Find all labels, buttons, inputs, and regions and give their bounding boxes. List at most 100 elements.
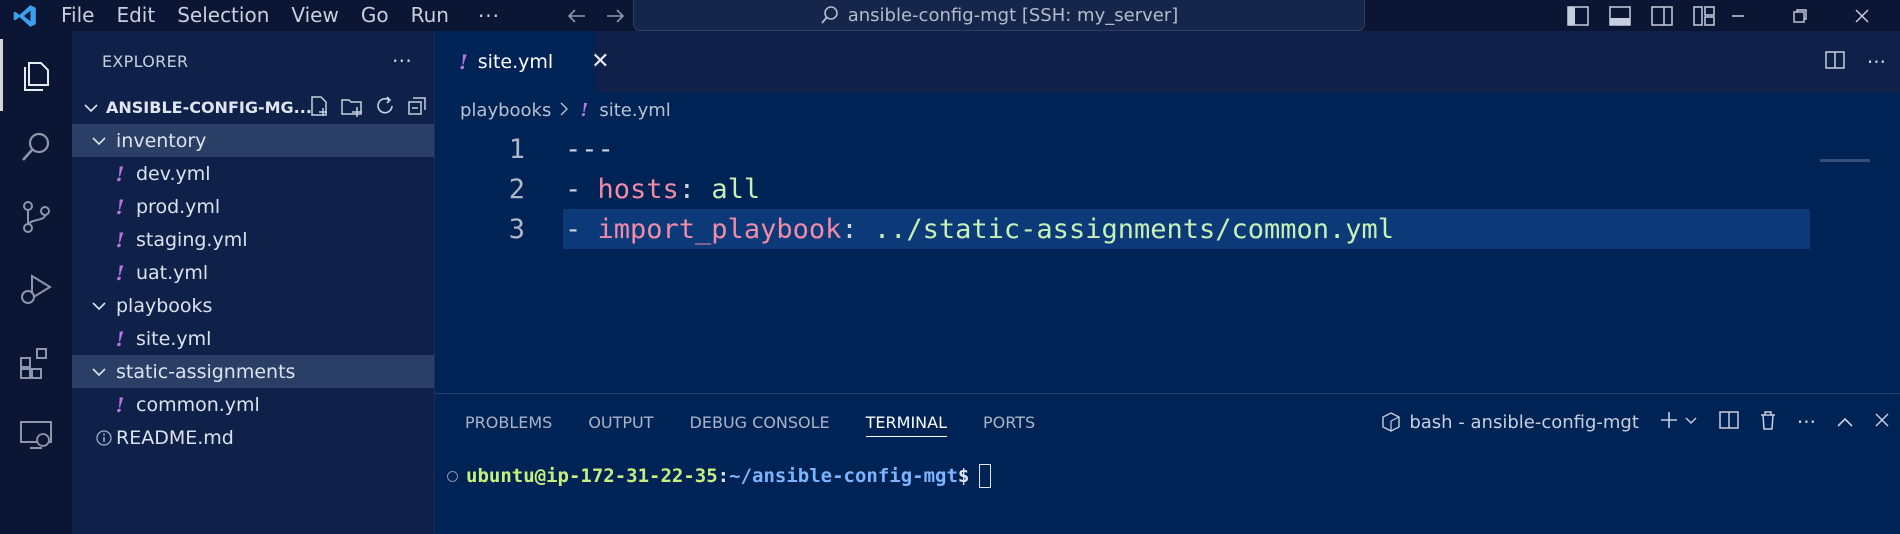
folder-label: playbooks: [116, 294, 213, 317]
file-prod-yml[interactable]: ! prod.yml: [72, 190, 434, 223]
menu-go[interactable]: Go: [350, 0, 400, 31]
editor-more-button[interactable]: ···: [1867, 50, 1886, 74]
yaml-file-icon: !: [115, 194, 125, 219]
prompt-path: ~/ansible-config-mgt: [729, 465, 958, 487]
menu-view[interactable]: View: [280, 0, 349, 31]
terminal-selector[interactable]: bash - ansible-config-mgt: [1381, 412, 1639, 433]
toggle-panel-icon[interactable]: [1602, 0, 1638, 31]
file-label: dev.yml: [136, 162, 211, 185]
line-number: 3: [508, 213, 525, 245]
tab-site-yml[interactable]: ! site.yml ✕: [435, 31, 610, 92]
breadcrumb-folder[interactable]: playbooks: [460, 100, 551, 121]
maximize-panel-icon[interactable]: [1836, 412, 1854, 433]
tab-debug-console[interactable]: DEBUG CONSOLE: [690, 413, 830, 432]
file-label: prod.yml: [136, 195, 221, 218]
close-icon[interactable]: ✕: [591, 49, 609, 74]
close-panel-icon[interactable]: [1874, 412, 1890, 433]
workspace-section-header[interactable]: ANSIBLE-CONFIG-MG...: [72, 91, 434, 124]
code-line-highlighted[interactable]: 3 - import_playbook: ../static-assignmen…: [435, 209, 1900, 249]
back-arrow-icon[interactable]: [558, 0, 596, 31]
new-folder-icon[interactable]: [340, 95, 364, 121]
new-file-icon[interactable]: [308, 95, 330, 121]
vscode-window: File Edit Selection View Go Run ··· ansi…: [0, 0, 1900, 534]
remote-explorer-icon[interactable]: [0, 399, 72, 471]
menu-edit[interactable]: Edit: [105, 0, 166, 31]
toggle-secondary-sidebar-icon[interactable]: [1644, 0, 1680, 31]
menu-run[interactable]: Run: [400, 0, 460, 31]
search-icon: [821, 6, 838, 24]
info-icon: [94, 429, 114, 446]
chevron-down-icon: [88, 367, 110, 377]
editor-tab-bar: ! site.yml ✕ ···: [435, 31, 1900, 92]
terminal-prompt[interactable]: ubuntu@ip-172-31-22-35: ~/ansible-config-…: [447, 464, 992, 488]
folder-static-assignments[interactable]: static-assignments: [72, 355, 434, 388]
search-text: ansible-config-mgt [SSH: my_server]: [847, 4, 1179, 26]
restore-icon[interactable]: [1782, 0, 1818, 31]
tab-label: site.yml: [477, 50, 554, 73]
split-terminal-icon[interactable]: [1719, 410, 1739, 434]
minimize-icon[interactable]: [1720, 0, 1756, 31]
activity-bar: [0, 31, 72, 534]
explorer-icon[interactable]: [0, 39, 72, 111]
line-number: 2: [508, 173, 525, 205]
file-staging-yml[interactable]: ! staging.yml: [72, 223, 434, 256]
file-label: common.yml: [136, 393, 260, 416]
split-editor-icon[interactable]: [1825, 50, 1845, 74]
file-readme-md[interactable]: README.md: [72, 421, 434, 454]
editor-actions: ···: [1825, 31, 1886, 92]
source-control-icon[interactable]: [0, 181, 72, 253]
terminal-shell-icon: [1382, 412, 1401, 432]
folder-inventory[interactable]: inventory: [72, 124, 434, 157]
panel-more-icon[interactable]: ···: [1797, 410, 1816, 434]
folder-label: inventory: [116, 129, 207, 152]
extensions-icon[interactable]: [0, 327, 72, 399]
chevron-down-icon: [88, 301, 110, 311]
tab-ports[interactable]: PORTS: [983, 413, 1035, 432]
new-terminal-icon[interactable]: [1659, 410, 1699, 435]
code-editor[interactable]: 1 --- 2 - hosts: all 3 - import_playbook…: [435, 129, 1900, 249]
window-controls: [1720, 0, 1880, 31]
chevron-down-icon: [80, 103, 102, 113]
yaml-file-icon: !: [580, 100, 589, 121]
file-dev-yml[interactable]: ! dev.yml: [72, 157, 434, 190]
tab-problems[interactable]: PROBLEMS: [465, 413, 552, 432]
close-window-icon[interactable]: [1844, 0, 1880, 31]
code-line[interactable]: 1 ---: [435, 129, 1900, 169]
breadcrumb-file[interactable]: site.yml: [599, 100, 670, 121]
code-line[interactable]: 2 - hosts: all: [435, 169, 1900, 209]
explorer-more-button[interactable]: ···: [392, 49, 412, 73]
file-common-yml[interactable]: ! common.yml: [72, 388, 434, 421]
explorer-title: EXPLORER: [102, 51, 189, 71]
tab-terminal[interactable]: TERMINAL: [865, 413, 948, 437]
forward-arrow-icon[interactable]: [596, 0, 634, 31]
yaml-file-icon: !: [115, 260, 125, 285]
explorer-sidebar: EXPLORER ··· ANSIBLE-CONFIG-MG... invent…: [72, 31, 435, 534]
line-text: - import_playbook: ../static-assignments…: [565, 213, 1395, 245]
file-uat-yml[interactable]: ! uat.yml: [72, 256, 434, 289]
terminal-name: bash - ansible-config-mgt: [1409, 411, 1639, 433]
yaml-file-icon: !: [115, 227, 125, 252]
menu-file[interactable]: File: [50, 0, 105, 31]
command-center-search[interactable]: ansible-config-mgt [SSH: my_server]: [633, 0, 1365, 31]
file-label: staging.yml: [136, 228, 248, 251]
title-bar: File Edit Selection View Go Run ··· ansi…: [0, 0, 1900, 31]
collapse-all-icon[interactable]: [406, 95, 428, 121]
vscode-logo-icon[interactable]: [0, 0, 50, 31]
customize-layout-icon[interactable]: [1686, 0, 1722, 31]
chevron-right-icon: [559, 100, 569, 121]
file-label: README.md: [116, 426, 234, 449]
file-label: uat.yml: [136, 261, 209, 284]
refresh-icon[interactable]: [374, 95, 396, 121]
trash-icon[interactable]: [1759, 410, 1777, 435]
folder-playbooks[interactable]: playbooks: [72, 289, 434, 322]
file-site-yml[interactable]: ! site.yml: [72, 322, 434, 355]
search-sidebar-icon[interactable]: [0, 111, 72, 183]
tab-output[interactable]: OUTPUT: [588, 413, 653, 432]
menu-selection[interactable]: Selection: [166, 0, 280, 31]
menu-more-button[interactable]: ···: [460, 4, 518, 28]
minimap[interactable]: [1820, 159, 1870, 162]
breadcrumb: playbooks ! site.yml: [435, 92, 1900, 129]
command-decoration-icon: [447, 470, 458, 482]
run-debug-icon[interactable]: [0, 253, 72, 325]
toggle-primary-sidebar-icon[interactable]: [1560, 0, 1596, 31]
